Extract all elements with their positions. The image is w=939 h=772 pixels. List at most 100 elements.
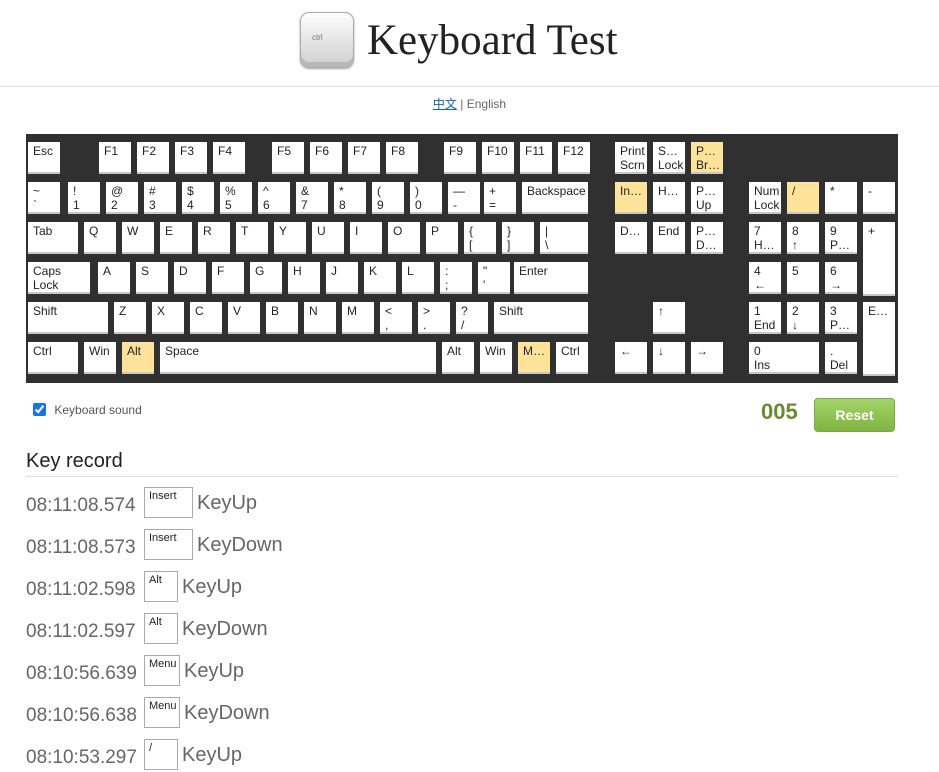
- key-minus[interactable]: — -: [448, 182, 480, 214]
- key-semicolon[interactable]: :;: [440, 262, 472, 294]
- key-numpad-add[interactable]: +: [863, 222, 895, 296]
- key-insert[interactable]: In…: [615, 182, 647, 214]
- key-t[interactable]: T: [236, 222, 268, 254]
- key-page-up[interactable]: P… Up: [691, 182, 723, 214]
- key-c[interactable]: C: [190, 302, 222, 334]
- key-numpad-multiply[interactable]: *: [825, 182, 857, 214]
- key-digit-8[interactable]: * 8: [334, 182, 366, 214]
- key-equal[interactable]: + =: [484, 182, 516, 214]
- key-i[interactable]: I: [350, 222, 382, 254]
- key-o[interactable]: O: [388, 222, 420, 254]
- key-u[interactable]: U: [312, 222, 344, 254]
- key-digit-5[interactable]: % 5: [220, 182, 252, 214]
- key-alt-left[interactable]: Alt: [122, 342, 154, 374]
- key-b[interactable]: B: [266, 302, 298, 334]
- key-r[interactable]: R: [198, 222, 230, 254]
- key-esc[interactable]: Esc: [28, 142, 60, 174]
- key-w[interactable]: W: [122, 222, 154, 254]
- key-bracket-right[interactable]: }]: [502, 222, 534, 254]
- key-f[interactable]: F: [212, 262, 244, 294]
- key-f8[interactable]: F8: [386, 142, 418, 174]
- key-arrow-left[interactable]: ←: [615, 342, 647, 374]
- key-j[interactable]: J: [326, 262, 358, 294]
- key-comma[interactable]: <,: [380, 302, 412, 334]
- key-digit-6[interactable]: ^ 6: [258, 182, 290, 214]
- key-tab[interactable]: Tab: [28, 222, 78, 254]
- key-f10[interactable]: F10: [482, 142, 514, 174]
- key-f9[interactable]: F9: [444, 142, 476, 174]
- key-bracket-left[interactable]: {[: [464, 222, 496, 254]
- key-caps-lock[interactable]: Caps Lock: [28, 262, 90, 294]
- key-h[interactable]: H: [288, 262, 320, 294]
- key-space[interactable]: Space: [160, 342, 436, 374]
- key-arrow-up[interactable]: ↑: [653, 302, 685, 334]
- key-delete[interactable]: D…: [615, 222, 647, 254]
- key-p[interactable]: P: [426, 222, 458, 254]
- keyboard-sound-checkbox[interactable]: [33, 403, 46, 416]
- key-quote[interactable]: " ': [478, 262, 510, 294]
- key-numpad-6[interactable]: 6 →: [825, 262, 857, 294]
- key-period[interactable]: >.: [418, 302, 450, 334]
- key-numpad-2[interactable]: 2 ↓: [787, 302, 819, 334]
- key-f2[interactable]: F2: [137, 142, 169, 174]
- key-print-screen[interactable]: Print Scrn: [615, 142, 647, 174]
- key-numpad-5[interactable]: 5: [787, 262, 819, 294]
- key-numpad-4[interactable]: 4 ←: [749, 262, 781, 294]
- key-digit-7[interactable]: & 7: [296, 182, 328, 214]
- key-backspace[interactable]: Backspace: [522, 182, 588, 214]
- key-numpad-divide[interactable]: /: [787, 182, 819, 214]
- key-f7[interactable]: F7: [348, 142, 380, 174]
- key-numpad-3[interactable]: 3 P…: [825, 302, 857, 334]
- key-f11[interactable]: F11: [520, 142, 552, 174]
- key-ctrl-left[interactable]: Ctrl: [28, 342, 78, 374]
- key-digit-0[interactable]: ) 0: [410, 182, 442, 214]
- keyboard-sound-toggle[interactable]: Keyboard sound: [33, 403, 142, 417]
- key-shift-left[interactable]: Shift: [28, 302, 108, 334]
- key-v[interactable]: V: [228, 302, 260, 334]
- key-scroll-lock[interactable]: S… Lock: [653, 142, 685, 174]
- key-pause-break[interactable]: P… Br…: [691, 142, 723, 174]
- key-win-right[interactable]: Win: [480, 342, 512, 374]
- key-numpad-9[interactable]: 9 P…: [825, 222, 857, 254]
- key-backslash[interactable]: | \: [540, 222, 588, 254]
- key-s[interactable]: S: [136, 262, 168, 294]
- key-g[interactable]: G: [250, 262, 282, 294]
- key-digit-2[interactable]: @2: [106, 182, 138, 214]
- key-menu[interactable]: M…: [518, 342, 550, 374]
- key-f12[interactable]: F12: [558, 142, 590, 174]
- key-numpad-7[interactable]: 7 H…: [749, 222, 781, 254]
- key-m[interactable]: M: [342, 302, 374, 334]
- key-numpad-8[interactable]: 8 ↑: [787, 222, 819, 254]
- key-n[interactable]: N: [304, 302, 336, 334]
- key-f3[interactable]: F3: [175, 142, 207, 174]
- key-z[interactable]: Z: [114, 302, 146, 334]
- key-q[interactable]: Q: [84, 222, 116, 254]
- key-f5[interactable]: F5: [272, 142, 304, 174]
- key-a[interactable]: A: [98, 262, 130, 294]
- key-digit-3[interactable]: #3: [144, 182, 176, 214]
- key-digit-1[interactable]: ! 1: [68, 182, 100, 214]
- key-l[interactable]: L: [402, 262, 434, 294]
- key-digit-4[interactable]: $4: [182, 182, 214, 214]
- key-numpad-subtract[interactable]: -: [863, 182, 895, 214]
- key-x[interactable]: X: [152, 302, 184, 334]
- key-win-left[interactable]: Win: [84, 342, 116, 374]
- key-k[interactable]: K: [364, 262, 396, 294]
- key-numpad-0[interactable]: 0 Ins: [749, 342, 819, 374]
- key-backtick[interactable]: ~ `: [28, 182, 60, 214]
- key-e[interactable]: E: [160, 222, 192, 254]
- key-numpad-1[interactable]: 1 End: [749, 302, 781, 334]
- key-f4[interactable]: F4: [213, 142, 245, 174]
- key-shift-right[interactable]: Shift: [494, 302, 588, 334]
- key-ctrl-right[interactable]: Ctrl: [556, 342, 588, 374]
- key-y[interactable]: Y: [274, 222, 306, 254]
- key-numpad-enter[interactable]: E…: [863, 302, 895, 376]
- key-page-down[interactable]: P… D…: [691, 222, 723, 254]
- key-end[interactable]: End: [653, 222, 685, 254]
- key-f6[interactable]: F6: [310, 142, 342, 174]
- key-home[interactable]: H…: [653, 182, 685, 214]
- key-num-lock[interactable]: Num Lock: [749, 182, 781, 214]
- key-digit-9[interactable]: (9: [372, 182, 404, 214]
- key-enter[interactable]: Enter: [514, 262, 588, 294]
- key-d[interactable]: D: [174, 262, 206, 294]
